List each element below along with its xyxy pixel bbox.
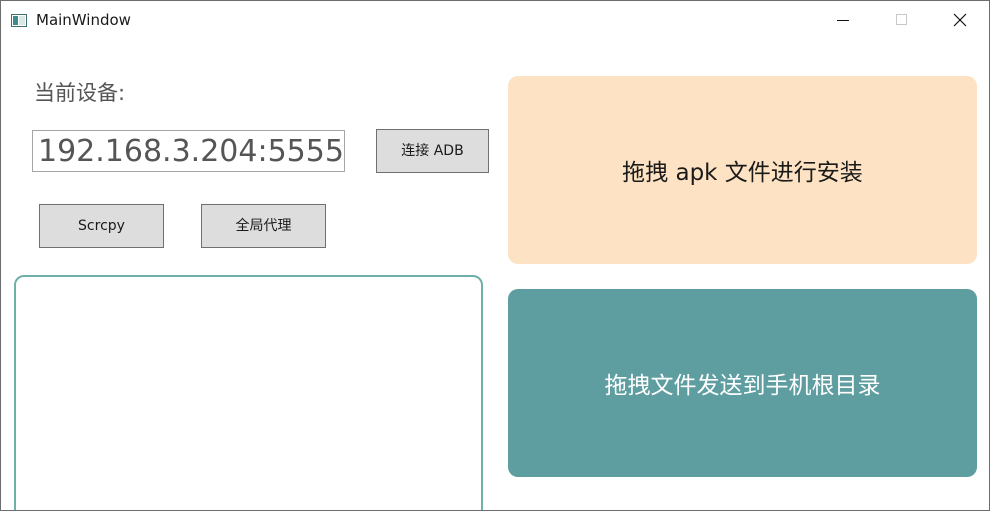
apk-install-drop-zone[interactable]: 拖拽 apk 文件进行安装	[508, 76, 977, 264]
log-output-panel[interactable]	[14, 275, 483, 510]
close-icon	[953, 13, 967, 27]
title-bar[interactable]: MainWindow	[1, 1, 989, 39]
apk-install-drop-label: 拖拽 apk 文件进行安装	[622, 160, 863, 186]
minimize-button[interactable]	[813, 1, 871, 39]
window-title: MainWindow	[36, 11, 131, 29]
close-button[interactable]	[930, 1, 988, 39]
main-window: MainWindow 当前设备: 连接 ADB Scrcpy 全局代理 拖拽 a…	[0, 0, 990, 511]
current-device-label: 当前设备:	[34, 81, 126, 105]
scrcpy-button[interactable]: Scrcpy	[39, 204, 164, 248]
send-file-drop-label: 拖拽文件发送到手机根目录	[604, 373, 881, 399]
maximize-button[interactable]	[871, 1, 929, 39]
global-proxy-button[interactable]: 全局代理	[201, 204, 326, 248]
connect-adb-button[interactable]: 连接 ADB	[376, 129, 489, 173]
maximize-icon	[896, 14, 907, 25]
app-window-icon	[11, 12, 27, 27]
send-file-drop-zone[interactable]: 拖拽文件发送到手机根目录	[508, 289, 977, 477]
minimize-icon	[837, 20, 849, 21]
device-address-input[interactable]	[32, 130, 345, 172]
